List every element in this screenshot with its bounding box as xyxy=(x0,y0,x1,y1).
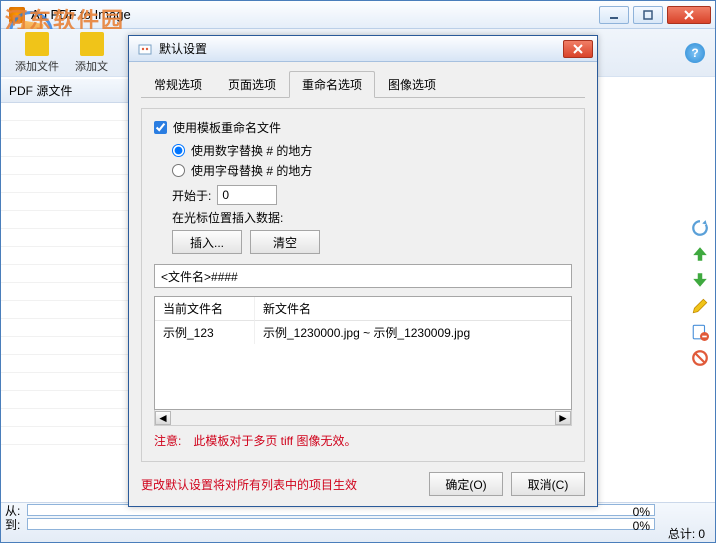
source-file-panel: PDF 源文件 xyxy=(1,79,129,502)
list-item xyxy=(1,175,128,193)
title-bar: Ap PDF to Image xyxy=(1,1,715,29)
settings-icon xyxy=(137,41,153,57)
dialog-close-button[interactable] xyxy=(563,40,593,58)
list-item xyxy=(1,229,128,247)
cancel-icon[interactable] xyxy=(691,349,709,367)
table-header: 当前文件名 新文件名 xyxy=(155,297,571,321)
list-item xyxy=(1,211,128,229)
add-folder-icon xyxy=(80,32,104,56)
replace-number-input[interactable] xyxy=(172,144,185,157)
maximize-button[interactable] xyxy=(633,6,663,24)
replace-number-radio[interactable]: 使用数字替换 # 的地方 xyxy=(172,142,572,159)
clear-button[interactable]: 清空 xyxy=(250,230,320,254)
down-arrow-icon[interactable] xyxy=(691,271,709,289)
table-scrollbar[interactable]: ◄ ► xyxy=(154,410,572,426)
add-file-label: 添加文件 xyxy=(15,58,59,74)
progress-to: 0% xyxy=(27,518,655,530)
list-item xyxy=(1,301,128,319)
status-to-label: 到: xyxy=(1,516,27,533)
table-row: 示例_123 示例_1230000.jpg ~ 示例_1230009.jpg xyxy=(155,321,571,344)
add-folder-button[interactable]: 添加文 xyxy=(67,30,116,76)
status-total: 总计: 0 xyxy=(668,525,705,542)
scroll-left-icon[interactable]: ◄ xyxy=(155,411,171,425)
minimize-button[interactable] xyxy=(599,6,629,24)
add-folder-label: 添加文 xyxy=(75,58,108,74)
start-at-label: 开始于: xyxy=(172,187,211,204)
list-item xyxy=(1,265,128,283)
source-file-list xyxy=(1,103,128,445)
insert-cursor-label: 在光标位置插入数据: xyxy=(172,209,572,226)
replace-letter-radio[interactable]: 使用字母替换 # 的地方 xyxy=(172,162,572,179)
right-toolbar xyxy=(687,79,713,502)
refresh-icon[interactable] xyxy=(691,219,709,237)
footer-warning: 更改默认设置将对所有列表中的项目生效 xyxy=(141,476,357,493)
pattern-input[interactable] xyxy=(154,264,572,288)
list-item xyxy=(1,157,128,175)
cell-new: 示例_1230000.jpg ~ 示例_1230009.jpg xyxy=(255,321,571,344)
source-file-header: PDF 源文件 xyxy=(1,79,128,103)
cancel-button[interactable]: 取消(C) xyxy=(511,472,585,496)
list-item xyxy=(1,337,128,355)
list-item xyxy=(1,247,128,265)
add-file-icon xyxy=(25,32,49,56)
list-item xyxy=(1,103,128,121)
up-arrow-icon[interactable] xyxy=(691,245,709,263)
list-item xyxy=(1,355,128,373)
help-icon[interactable]: ? xyxy=(685,43,705,63)
scroll-right-icon[interactable]: ► xyxy=(555,411,571,425)
settings-tabs: 常规选项 页面选项 重命名选项 图像选项 xyxy=(141,70,585,98)
list-item xyxy=(1,409,128,427)
status-bar: 从: 0% 到: 0% 总计: 0 xyxy=(1,502,715,542)
list-item xyxy=(1,391,128,409)
start-at-input[interactable] xyxy=(217,185,277,205)
ok-button[interactable]: 确定(O) xyxy=(429,472,503,496)
tab-general[interactable]: 常规选项 xyxy=(141,71,215,98)
tab-rename[interactable]: 重命名选项 xyxy=(289,71,375,98)
tab-page[interactable]: 页面选项 xyxy=(215,71,289,98)
use-template-checkbox[interactable]: 使用模板重命名文件 xyxy=(154,119,572,136)
list-item xyxy=(1,193,128,211)
col-current: 当前文件名 xyxy=(155,297,255,321)
preview-table: 当前文件名 新文件名 示例_123 示例_1230000.jpg ~ 示例_12… xyxy=(154,296,572,410)
window-title: Ap PDF to Image xyxy=(31,7,131,22)
settings-dialog: 默认设置 常规选项 页面选项 重命名选项 图像选项 使用模板重命名文件 使用数字… xyxy=(128,35,598,507)
use-template-check-input[interactable] xyxy=(154,121,167,134)
note-text: 注意:此模板对于多页 tiff 图像无效。 xyxy=(154,432,572,449)
list-item xyxy=(1,427,128,445)
dialog-title: 默认设置 xyxy=(159,40,207,57)
list-item xyxy=(1,283,128,301)
dialog-title-bar: 默认设置 xyxy=(129,36,597,62)
rename-group: 使用模板重命名文件 使用数字替换 # 的地方 使用字母替换 # 的地方 开始于:… xyxy=(141,108,585,462)
list-item xyxy=(1,121,128,139)
cell-current: 示例_123 xyxy=(155,321,255,344)
replace-letter-input[interactable] xyxy=(172,164,185,177)
add-file-button[interactable]: 添加文件 xyxy=(7,30,67,76)
edit-icon[interactable] xyxy=(691,297,709,315)
insert-button[interactable]: 插入... xyxy=(172,230,242,254)
delete-file-icon[interactable] xyxy=(691,323,709,341)
col-new: 新文件名 xyxy=(255,297,571,321)
tab-image[interactable]: 图像选项 xyxy=(375,71,449,98)
list-item xyxy=(1,373,128,391)
list-item xyxy=(1,319,128,337)
app-icon xyxy=(9,7,25,23)
dialog-footer: 更改默认设置将对所有列表中的项目生效 确定(O) 取消(C) xyxy=(141,472,585,496)
list-item xyxy=(1,139,128,157)
close-button[interactable] xyxy=(667,6,711,24)
